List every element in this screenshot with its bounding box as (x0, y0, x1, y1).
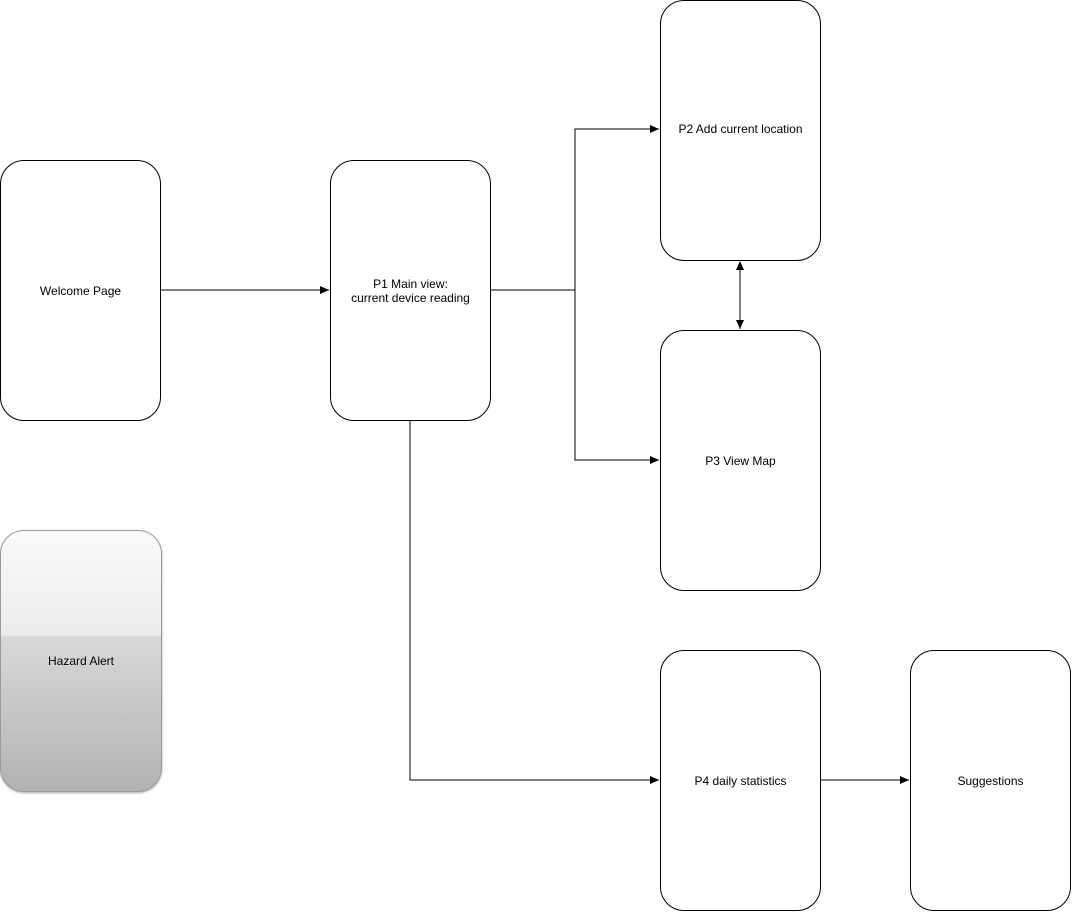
node-p4-daily-statistics[interactable]: P4 daily statistics (660, 650, 821, 911)
node-p4-daily-statistics-label: P4 daily statistics (694, 773, 787, 788)
node-suggestions-label: Suggestions (957, 773, 1024, 788)
node-p2-add-location[interactable]: P2 Add current location (660, 0, 821, 261)
node-p1-main-view[interactable]: P1 Main view: current device reading (330, 160, 491, 421)
node-welcome-page-label: Welcome Page (39, 283, 122, 298)
node-welcome-page[interactable]: Welcome Page (0, 160, 161, 421)
node-hazard-alert-label: Hazard Alert (47, 654, 115, 668)
node-p1-main-view-label: P1 Main view: current device reading (351, 276, 470, 305)
edge-p1-to-p3 (574, 290, 659, 464)
node-p3-view-map[interactable]: P3 View Map (660, 330, 821, 591)
node-suggestions[interactable]: Suggestions (910, 650, 1071, 911)
edge-p1-to-p2 (490, 125, 659, 291)
node-hazard-alert[interactable]: Hazard Alert (0, 530, 162, 792)
edge-p1-to-p4 (409, 420, 659, 784)
node-p3-view-map-label: P3 View Map (705, 453, 776, 468)
node-p2-add-location-label: P2 Add current location (678, 122, 803, 136)
